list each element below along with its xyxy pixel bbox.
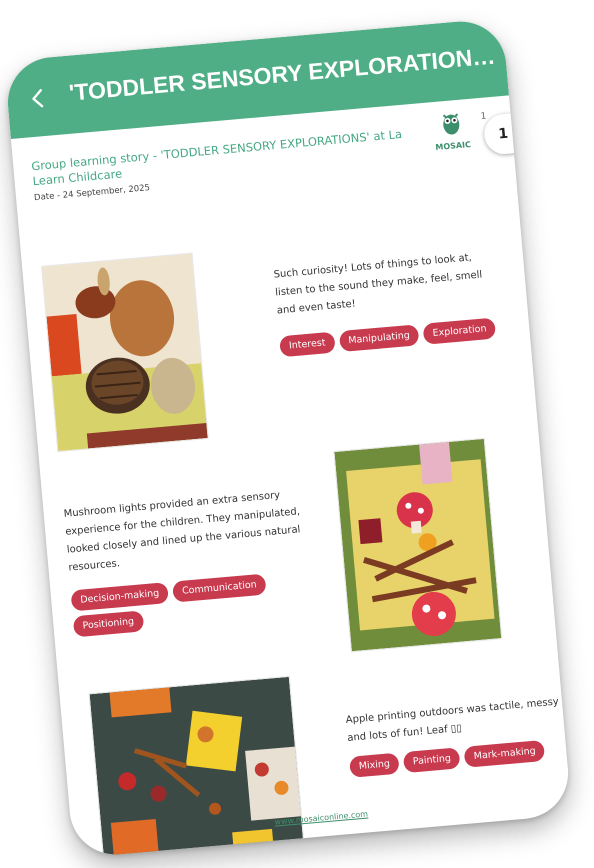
story-title: Group learning story - 'TODDLER SENSORY … bbox=[30, 126, 403, 189]
tag-manipulating[interactable]: Manipulating bbox=[338, 324, 420, 353]
tag-positioning[interactable]: Positioning bbox=[72, 610, 144, 638]
photo-mushroom-lights[interactable] bbox=[334, 438, 502, 652]
scene: 'TODDLER SENSORY EXPLORATIONS' at... Gro… bbox=[0, 0, 594, 868]
photo-pinecone-image bbox=[42, 253, 208, 452]
tag-interest[interactable]: Interest bbox=[279, 331, 336, 358]
section-2-text: Mushroom lights provided an extra sensor… bbox=[63, 489, 301, 574]
tag-communication[interactable]: Communication bbox=[172, 573, 267, 603]
section-1-text: Such curiosity! Lots of things to look a… bbox=[273, 252, 483, 317]
tag-painting[interactable]: Painting bbox=[402, 747, 461, 774]
tag-decision-making[interactable]: Decision-making bbox=[70, 582, 170, 612]
page-number: 1 bbox=[497, 125, 509, 143]
tag-mixing[interactable]: Mixing bbox=[349, 752, 400, 778]
tag-mark-making[interactable]: Mark-making bbox=[463, 739, 546, 768]
logo-tail: 1 bbox=[480, 111, 487, 122]
story-content: Group learning story - 'TODDLER SENSORY … bbox=[11, 95, 572, 859]
owl-logo-icon bbox=[442, 113, 460, 135]
photo-pinecone[interactable] bbox=[42, 253, 208, 452]
section-2-tags: Decision-making Communication Positionin… bbox=[70, 570, 313, 638]
section-1-tags: Interest Manipulating Exploration bbox=[279, 315, 520, 358]
back-button[interactable] bbox=[18, 79, 57, 118]
mosaic-logo: MOSAIC bbox=[430, 109, 473, 152]
back-arrow-icon bbox=[32, 89, 44, 108]
app-title: 'TODDLER SENSORY EXPLORATIONS' at... bbox=[67, 42, 497, 106]
phone-screen: 'TODDLER SENSORY EXPLORATIONS' at... Gro… bbox=[4, 17, 572, 859]
photo-mushroom-lights-image bbox=[334, 438, 502, 652]
logo-text: MOSAIC bbox=[435, 139, 472, 153]
page-number-badge[interactable]: 1 bbox=[482, 111, 532, 156]
tag-exploration[interactable]: Exploration bbox=[422, 317, 497, 345]
